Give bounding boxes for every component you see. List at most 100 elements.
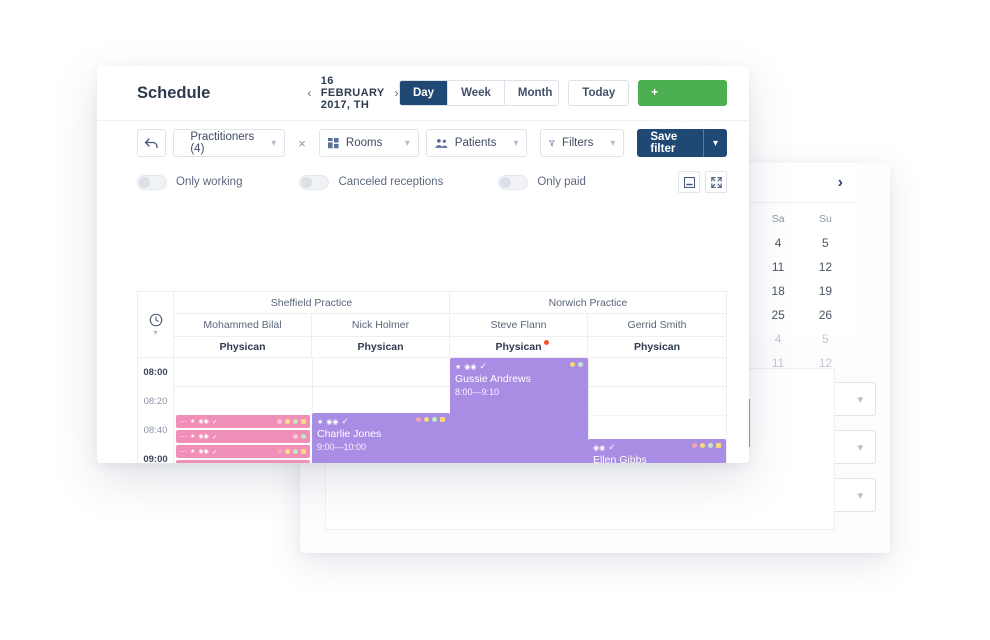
chevron-down-icon[interactable]: ▾ (153, 328, 157, 337)
slim-reception-row[interactable]: ⋯ ★ ◉◉ ✓ (176, 415, 310, 428)
practice-group-norwich: Norwich Practice (450, 292, 726, 314)
marker-dot (293, 449, 298, 454)
practitioner-name[interactable]: Steve Flann (450, 314, 588, 337)
more-icon: ⋯ (180, 448, 187, 456)
event-title: Charlie Jones (317, 428, 382, 440)
marker-square (440, 417, 445, 422)
view-range-tabs: Day Week Month (398, 80, 560, 106)
chevron-down-icon: ▾ (857, 393, 863, 406)
toggle-canceled-receptions[interactable]: Canceled receptions (299, 174, 444, 190)
event-markers (416, 417, 445, 422)
tab-month[interactable]: Month (504, 81, 559, 105)
toggle-only-working-label: Only working (176, 176, 243, 188)
event-markers (570, 362, 583, 367)
prev-date-icon[interactable]: ‹ (307, 86, 311, 100)
marker-dot (416, 417, 421, 422)
practitioner-name[interactable]: Gerrid Smith (588, 314, 726, 337)
marker-square (301, 449, 306, 454)
calendar-body: Sheffield Practice Norwich Practice Moha… (174, 292, 726, 463)
patients-filter[interactable]: Patients ▾ (425, 129, 528, 157)
more-icon: ⋯ (180, 463, 187, 464)
schedule-header: Schedule ‹ 16 FEBRUARY 2017, TH › Day We… (97, 66, 749, 125)
marker-dot (293, 419, 298, 424)
practitioner-role: Physican (450, 337, 588, 358)
calendar-day[interactable]: 25 (755, 303, 802, 327)
fullscreen-icon[interactable] (705, 171, 727, 193)
tab-week[interactable]: Week (448, 81, 505, 105)
date-navigator: ‹ 16 FEBRUARY 2017, TH › (307, 75, 399, 111)
practitioners-filter[interactable]: Practitioners (4) ▾ (173, 129, 286, 157)
marker-dot (424, 417, 429, 422)
marker-dot (578, 362, 583, 367)
practitioner-role: Physican (588, 337, 726, 358)
next-month-icon[interactable]: › (838, 174, 843, 192)
dow-label: Sa (771, 213, 785, 225)
rooms-filter[interactable]: Rooms ▾ (318, 129, 419, 157)
check-icon: ✓ (211, 418, 218, 426)
tab-day[interactable]: Day (399, 81, 449, 105)
time-label: 08:00 (143, 367, 168, 378)
slim-reception-row[interactable]: ⋯ ★ ◉◉ ✓ (176, 430, 310, 443)
toggle-switch[interactable] (137, 174, 167, 190)
toggle-only-working[interactable]: Only working (137, 174, 243, 190)
page-title: Schedule (137, 83, 211, 102)
save-filter-chevron-down-icon[interactable]: ▾ (702, 129, 727, 157)
marker-square (716, 443, 721, 448)
patients-filter-label: Patients (454, 137, 497, 149)
toggle-only-paid[interactable]: Only paid (498, 174, 586, 190)
check-icon: ✓ (479, 361, 488, 371)
check-icon: ✓ (608, 442, 616, 452)
toggle-switch[interactable] (498, 174, 529, 190)
slim-row-icons: ⋯ ★ ◉◉ ✓ (180, 463, 218, 464)
slim-reception-row[interactable]: ⋯ ★ ◉◉ ✓ (176, 460, 310, 463)
calendar-day[interactable]: 4 (755, 231, 802, 255)
calendar-day[interactable]: 5 (802, 327, 849, 351)
glasses-icon: ◉◉ (198, 419, 209, 425)
event-charlie-jones[interactable]: ★ ◉◉ ✓ Charlie Jones 9:00—10:00 (312, 413, 450, 463)
today-button[interactable]: Today (568, 80, 630, 106)
schedule-calendar: ▾ 08:00 08:20 08:40 09:00 09:20 Sheffiel… (137, 291, 727, 463)
view-controls: Day Week Month Today + Reception (398, 80, 727, 125)
undo-arrow-icon[interactable] (137, 129, 167, 157)
clock-header[interactable]: ▾ (138, 292, 173, 358)
toggle-switch[interactable] (299, 174, 330, 190)
chevron-down-icon: ▾ (610, 137, 616, 149)
practitioner-name[interactable]: Mohammed Bilal (174, 314, 312, 337)
filters-dropdown[interactable]: Filters ▾ (540, 129, 625, 157)
toggle-canceled-receptions-label: Canceled receptions (338, 176, 444, 188)
slim-reception-row[interactable]: ⋯ ★ ◉◉ ✓ (176, 445, 310, 458)
event-ellen-gibbs[interactable]: ◉◉ ✓ Ellen Gibbs 9:00—9:40 (588, 439, 726, 463)
time-label: 08:40 (143, 425, 168, 436)
toggle-only-paid-label: Only paid (537, 176, 586, 188)
clock-icon (149, 313, 162, 326)
screenshot-root: ...ARY 2017 › TH FR Sa Su 2 3 4 5 9 10 1… (0, 0, 990, 640)
marker-dot (692, 443, 697, 448)
panel-view-icon[interactable] (678, 171, 700, 193)
calendar-day[interactable]: 4 (755, 327, 802, 351)
glasses-icon: ◉◉ (326, 418, 339, 426)
add-reception-button[interactable]: + Reception (638, 80, 727, 125)
event-title: Ellen Gibbs (593, 454, 647, 463)
calendar-day[interactable]: 12 (802, 255, 849, 279)
marker-dot (277, 449, 282, 454)
calendar-day[interactable]: 11 (755, 255, 802, 279)
calendar-day[interactable]: 19 (802, 279, 849, 303)
glasses-icon: ◉◉ (198, 449, 209, 455)
calendar-day[interactable]: 18 (755, 279, 802, 303)
marker-dot (285, 419, 290, 424)
practitioner-role-text: Physican (495, 341, 542, 353)
check-icon: ✓ (212, 463, 218, 464)
clear-practitioners-button[interactable]: × (292, 136, 312, 151)
chevron-down-icon: ▾ (857, 489, 863, 502)
calendar-day[interactable]: 5 (802, 231, 849, 255)
practitioner-name[interactable]: Nick Holmer (312, 314, 450, 337)
save-filter-label: Save filter (650, 131, 678, 155)
calendar-day[interactable]: 26 (802, 303, 849, 327)
save-filter-button[interactable]: Save filter ▾ (637, 129, 727, 157)
time-label: 08:20 (143, 396, 168, 407)
event-gussie-andrews[interactable]: ★ ◉◉ ✓ Gussie Andrews 8:00—9:10 (450, 358, 588, 463)
slim-row-markers (277, 419, 306, 424)
glasses-icon: ◉◉ (198, 434, 209, 440)
slim-row-icons: ⋯ ★ ◉◉ ✓ (180, 418, 218, 426)
marker-dot (301, 434, 306, 439)
